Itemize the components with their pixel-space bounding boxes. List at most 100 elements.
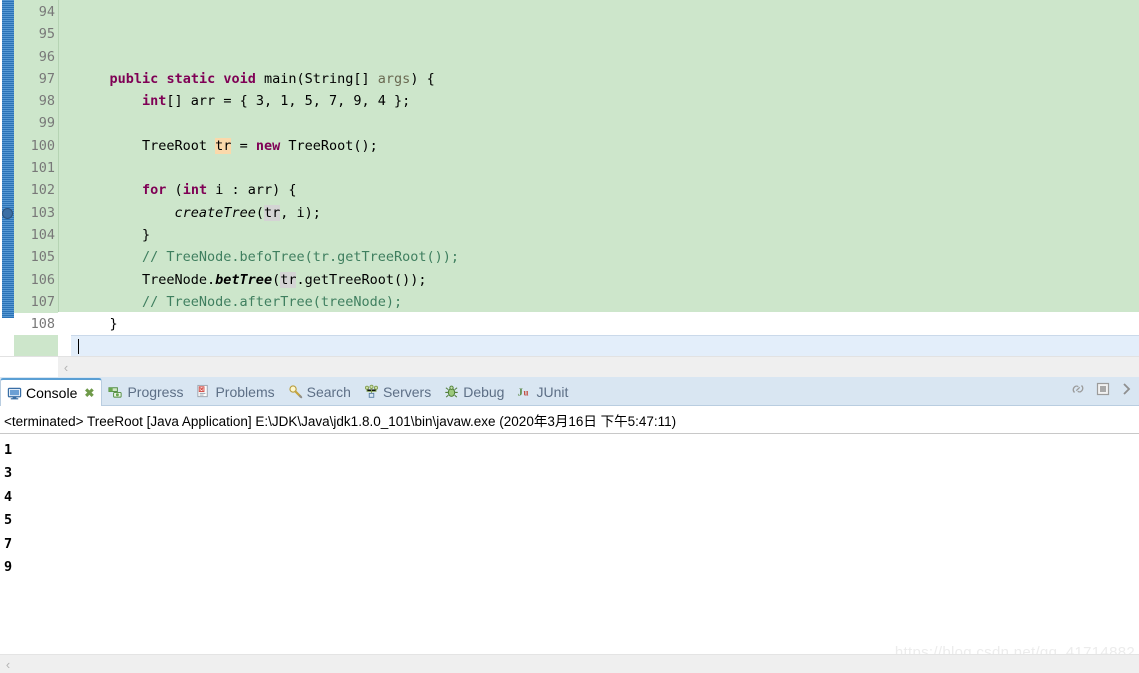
code-line[interactable]: createTree(tr, i);	[71, 202, 1139, 224]
folding-gutter-tail	[58, 312, 71, 356]
line-number: 104	[30, 226, 55, 243]
view-tab-bar[interactable]: Console ✖ Progress Problems Search Servers Deb…	[0, 377, 1139, 406]
code-line[interactable]	[71, 112, 1139, 134]
problems-icon	[196, 384, 211, 399]
console-output-line: 7	[4, 535, 13, 552]
code-line[interactable]: int[] arr = { 3, 1, 5, 7, 9, 4 };	[71, 90, 1139, 112]
code-token: public	[109, 70, 159, 87]
line-number: 102	[30, 182, 55, 199]
code-token: TreeRoot	[77, 137, 216, 154]
code-token: betTree	[215, 271, 273, 288]
code-token: // TreeNode.afterTree(treeNode);	[77, 293, 403, 310]
line-number: 108	[14, 313, 58, 336]
line-number: 99	[38, 115, 55, 132]
tab-junit[interactable]: Ju JUnit	[511, 378, 575, 405]
code-token: int	[182, 182, 208, 199]
line-number: 105	[30, 249, 55, 266]
console-output-line: 3	[4, 465, 13, 482]
console-scroll-left-arrow-icon[interactable]: ‹	[0, 658, 16, 671]
tab-console[interactable]: Console ✖	[0, 378, 103, 406]
code-token: TreeRoot();	[280, 137, 378, 154]
code-token: , i);	[280, 204, 321, 221]
code-token: }	[77, 226, 151, 243]
scrollbar-gutter-spacer	[0, 357, 58, 377]
code-token: main(String[]	[255, 70, 378, 87]
pin-console-icon[interactable]	[1069, 380, 1087, 398]
code-token: .getTreeRoot());	[296, 271, 427, 288]
code-token: void	[223, 70, 256, 87]
code-line[interactable]: }	[71, 313, 1139, 335]
folding-gutter[interactable]	[58, 0, 71, 356]
console-output-line: 9	[4, 558, 13, 575]
code-token: (	[166, 182, 183, 199]
tab-label: Debug	[463, 383, 505, 400]
code-line[interactable]	[71, 157, 1139, 179]
code-token: }	[77, 316, 118, 333]
view-menu-chevron-icon[interactable]	[1119, 380, 1137, 398]
console-icon	[7, 386, 22, 401]
code-token: createTree	[174, 204, 256, 221]
code-editor[interactable]: 94 95 96 97 98 99 100 101 102 103 104 105 106 107 108 …	[0, 0, 1139, 356]
code-token: TreeNode.	[77, 271, 216, 288]
close-icon[interactable]: ✖	[84, 386, 94, 400]
terminate-icon[interactable]	[1094, 380, 1112, 398]
line-number: 100	[30, 137, 55, 154]
code-token: =	[231, 137, 256, 154]
breakpoint-marker[interactable]	[2, 207, 13, 219]
code-line-current[interactable]	[71, 335, 1139, 356]
line-number: 95	[38, 26, 55, 43]
code-text-area[interactable]: public static void main(String[] args) {…	[71, 0, 1139, 356]
code-token: for	[142, 182, 167, 199]
tab-label: JUnit	[536, 383, 569, 400]
tab-debug[interactable]: Debug	[438, 378, 511, 405]
search-icon	[288, 384, 303, 399]
junit-icon: Ju	[517, 384, 532, 399]
code-token: tr	[263, 204, 281, 221]
svg-text:u: u	[524, 388, 529, 398]
tab-label: Search	[306, 383, 351, 400]
servers-icon	[364, 384, 379, 399]
tab-servers[interactable]: Servers	[358, 378, 438, 405]
code-line[interactable]: }	[71, 224, 1139, 246]
tab-progress[interactable]: Progress	[102, 378, 190, 405]
editor-scroll-track[interactable]: ‹	[58, 357, 1139, 377]
line-number: 107	[30, 293, 55, 310]
text-caret	[78, 339, 79, 355]
line-number: 94	[14, 1, 69, 23]
tab-search[interactable]: Search	[282, 378, 358, 405]
console-toolbar[interactable]	[1069, 380, 1139, 398]
console-output-line: 5	[4, 512, 13, 529]
console-output-line: 1	[4, 442, 13, 458]
code-token: int	[142, 93, 167, 110]
code-line[interactable]: TreeRoot tr = new TreeRoot();	[71, 135, 1139, 157]
code-token: (	[272, 271, 281, 288]
code-line[interactable]: // TreeNode.befoTree(tr.getTreeRoot());	[71, 246, 1139, 268]
line-number: 98	[38, 93, 55, 110]
code-token: args	[377, 70, 411, 87]
code-line[interactable]: TreeNode.betTree(tr.getTreeRoot());	[71, 269, 1139, 291]
tab-problems[interactable]: Problems	[190, 378, 281, 405]
console-view: Console ✖ Progress Problems Search Servers Deb…	[0, 377, 1139, 673]
scroll-left-arrow-icon[interactable]: ‹	[58, 361, 74, 374]
console-output-text[interactable]: 1 3 4 5 7 9	[0, 434, 1139, 579]
code-token: tr	[280, 271, 297, 288]
line-number: 97	[38, 70, 55, 87]
debug-icon	[444, 384, 459, 399]
code-line[interactable]: public static void main(String[] args) {	[71, 68, 1139, 90]
editor-horizontal-scrollbar[interactable]: ‹	[0, 356, 1139, 377]
annotation-ruler-occurrences	[2, 0, 14, 318]
tab-label: Console	[26, 385, 78, 401]
code-line[interactable]: for (int i : arr) {	[71, 179, 1139, 201]
progress-icon	[108, 384, 123, 399]
console-launch-description: <terminated> TreeRoot [Java Application]…	[0, 406, 1139, 434]
console-output-line: 4	[4, 488, 13, 505]
code-token: [] arr = { 3, 1, 5, 7, 9, 4 };	[166, 93, 411, 110]
line-number: 96	[38, 48, 55, 65]
console-horizontal-scrollbar[interactable]: ‹	[0, 654, 1139, 673]
annotation-ruler[interactable]	[0, 0, 14, 356]
code-line[interactable]: // TreeNode.afterTree(treeNode);	[71, 291, 1139, 313]
